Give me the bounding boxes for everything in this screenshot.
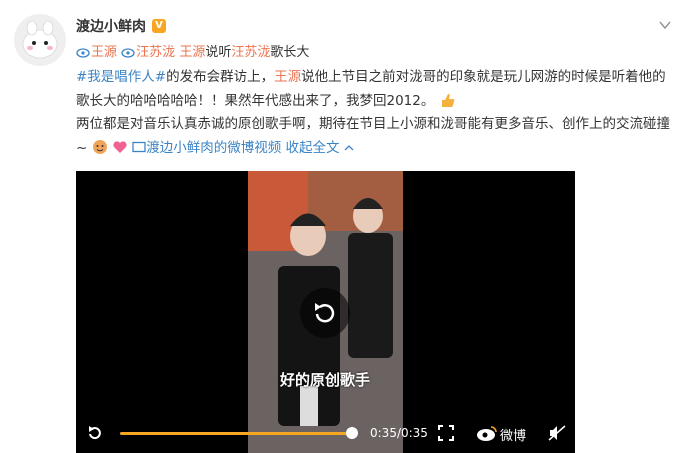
progress-bar[interactable] [120, 432, 352, 435]
replay-icon[interactable] [299, 287, 351, 339]
progress-knob[interactable] [346, 427, 358, 439]
fullscreen-icon[interactable] [438, 425, 454, 441]
video-link[interactable]: 渡边小鲜肉的微博视频 [146, 140, 281, 156]
author-name[interactable]: 渡边小鲜肉 V [76, 16, 166, 36]
video-link-icon [132, 141, 146, 152]
collapse-link[interactable]: 收起全文 [286, 140, 354, 156]
mention-link[interactable]: 王源 [274, 69, 301, 85]
hashtag-link[interactable]: #我是唱作人# [76, 69, 166, 85]
heart-icon [113, 140, 127, 153]
eye-icon [121, 48, 135, 58]
post-body: #我是唱作人#的发布会群访上，王源说他上节目之前对泷哥的印象就是玩儿网游的时候是… [76, 66, 676, 160]
mute-icon[interactable] [548, 425, 566, 441]
tag-line: 王源 汪苏泷 王源说听汪苏泷歌长大 [76, 44, 309, 62]
chevron-up-icon [344, 144, 354, 150]
time-display: 0:35/0:35 [370, 426, 428, 440]
verified-badge-icon: V [152, 19, 166, 33]
emoji-icon [92, 139, 107, 154]
weibo-label: 微博 [500, 429, 527, 444]
chevron-down-icon[interactable] [658, 18, 672, 32]
mention-wangyuan[interactable]: 王源 [76, 45, 121, 60]
mention-wangyuan-2[interactable]: 王源 [179, 45, 205, 60]
mention-wangsulong-2[interactable]: 汪苏泷 [231, 45, 270, 60]
replay-small-icon[interactable] [86, 424, 104, 442]
video-player[interactable]: 好的原创歌手 0:35/0:35 微博 [76, 171, 575, 453]
thumbs-up-icon [441, 93, 454, 107]
eye-icon [76, 48, 90, 58]
avatar[interactable] [14, 14, 66, 66]
mention-wangsulong[interactable]: 汪苏泷 [121, 45, 179, 60]
video-controls: 0:35/0:35 微博 [76, 413, 575, 453]
paragraph-2: 两位都是对音乐认真赤诚的原创歌手啊，期待在节目上小源和泷哥能有更多音乐、创作上的… [76, 113, 676, 160]
paragraph-1: #我是唱作人#的发布会群访上，王源说他上节目之前对泷哥的印象就是玩儿网游的时候是… [76, 66, 676, 113]
video-subtitle: 好的原创歌手 [280, 371, 371, 389]
text: 的发布会群访上， [166, 69, 275, 85]
tag-text: 说听 [205, 45, 232, 60]
weibo-logo-icon[interactable] [476, 424, 498, 442]
tag-text-tail: 歌长大 [270, 45, 310, 60]
